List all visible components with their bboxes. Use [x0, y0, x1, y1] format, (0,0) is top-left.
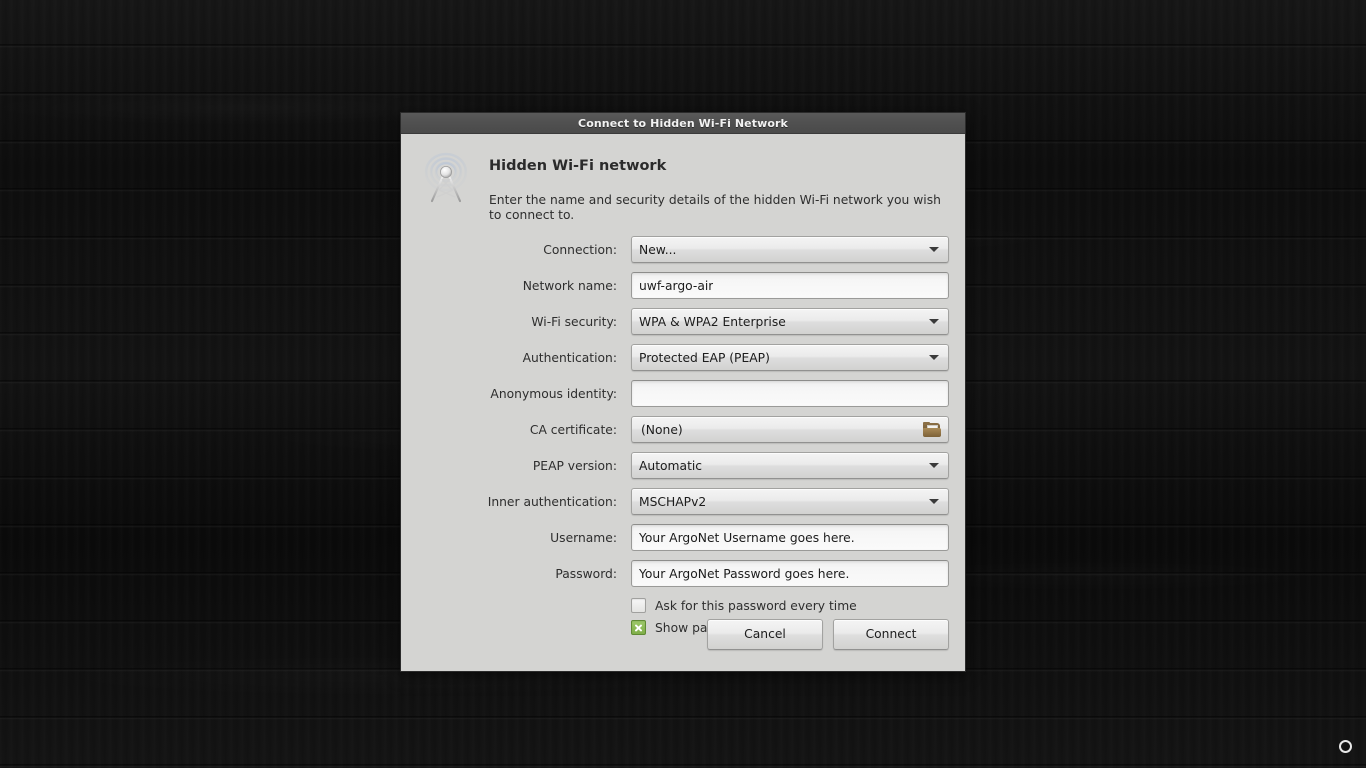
field-inner-authentication: MSCHAPv2: [631, 488, 949, 516]
folder-icon: [923, 422, 941, 438]
connection-value: New...: [639, 242, 677, 257]
field-username: Your ArgoNet Username goes here.: [631, 524, 949, 552]
password-input[interactable]: Your ArgoNet Password goes here.: [631, 560, 949, 588]
dialog-description: Enter the name and security details of t…: [489, 192, 941, 222]
chevron-down-icon: [929, 463, 939, 469]
cancel-button[interactable]: Cancel: [707, 618, 823, 650]
wifi-tower-icon: [419, 152, 473, 210]
authentication-combobox[interactable]: Protected EAP (PEAP): [631, 344, 949, 372]
label-connection: Connection:: [543, 242, 617, 257]
dialog-body: Hidden Wi-Fi network Enter the name and …: [401, 134, 965, 671]
wifi-security-value: WPA & WPA2 Enterprise: [639, 314, 786, 329]
field-connection: New...: [631, 236, 949, 264]
wifi-settings-form: Connection: New... Network name: uwf-arg…: [417, 236, 949, 588]
hidden-wifi-dialog: Connect to Hidden Wi-Fi Network Hidden W…: [400, 112, 966, 672]
authentication-value: Protected EAP (PEAP): [639, 350, 770, 365]
chevron-down-icon: [929, 499, 939, 505]
label-ca-certificate: CA certificate:: [529, 422, 617, 437]
label-inner-authentication: Inner authentication:: [487, 494, 617, 509]
inner-authentication-combobox[interactable]: MSCHAPv2: [631, 488, 949, 516]
field-anonymous-identity: [631, 380, 949, 408]
chevron-down-icon: [929, 319, 939, 325]
network-name-value: uwf-argo-air: [639, 278, 714, 293]
label-wifi-security: Wi-Fi security:: [531, 314, 617, 329]
chevron-down-icon: [929, 355, 939, 361]
anonymous-identity-input[interactable]: [631, 380, 949, 408]
label-anonymous-identity: Anonymous identity:: [490, 386, 617, 401]
ca-certificate-filechooser[interactable]: (None): [631, 416, 949, 444]
dialog-titlebar[interactable]: Connect to Hidden Wi-Fi Network: [401, 113, 965, 134]
field-wifi-security: WPA & WPA2 Enterprise: [631, 308, 949, 336]
label-peap-version: PEAP version:: [532, 458, 617, 473]
dialog-title: Connect to Hidden Wi-Fi Network: [578, 116, 788, 130]
dialog-action-bar: Cancel Connect: [401, 611, 965, 671]
field-network-name: uwf-argo-air: [631, 272, 949, 300]
connection-combobox[interactable]: New...: [631, 236, 949, 264]
network-name-input[interactable]: uwf-argo-air: [631, 272, 949, 300]
dialog-header: Hidden Wi-Fi network Enter the name and …: [417, 152, 949, 222]
username-value: Your ArgoNet Username goes here.: [639, 530, 855, 545]
chevron-down-icon: [929, 247, 939, 253]
field-authentication: Protected EAP (PEAP): [631, 344, 949, 372]
username-input[interactable]: Your ArgoNet Username goes here.: [631, 524, 949, 552]
dialog-header-text: Hidden Wi-Fi network Enter the name and …: [473, 152, 949, 222]
inner-authentication-value: MSCHAPv2: [639, 494, 707, 509]
connect-button[interactable]: Connect: [833, 618, 949, 650]
field-ca-certificate: (None): [631, 416, 949, 444]
wifi-security-combobox[interactable]: WPA & WPA2 Enterprise: [631, 308, 949, 336]
field-peap-version: Automatic: [631, 452, 949, 480]
dialog-heading: Hidden Wi-Fi network: [489, 158, 667, 174]
label-authentication: Authentication:: [522, 350, 617, 365]
peap-version-value: Automatic: [639, 458, 703, 473]
ring-cursor-icon: [1339, 740, 1352, 753]
label-username: Username:: [550, 530, 617, 545]
ca-certificate-value: (None): [641, 422, 683, 437]
field-password: Your ArgoNet Password goes here.: [631, 560, 949, 588]
password-value: Your ArgoNet Password goes here.: [639, 566, 850, 581]
peap-version-combobox[interactable]: Automatic: [631, 452, 949, 480]
label-network-name: Network name:: [522, 278, 617, 293]
label-password: Password:: [555, 566, 617, 581]
